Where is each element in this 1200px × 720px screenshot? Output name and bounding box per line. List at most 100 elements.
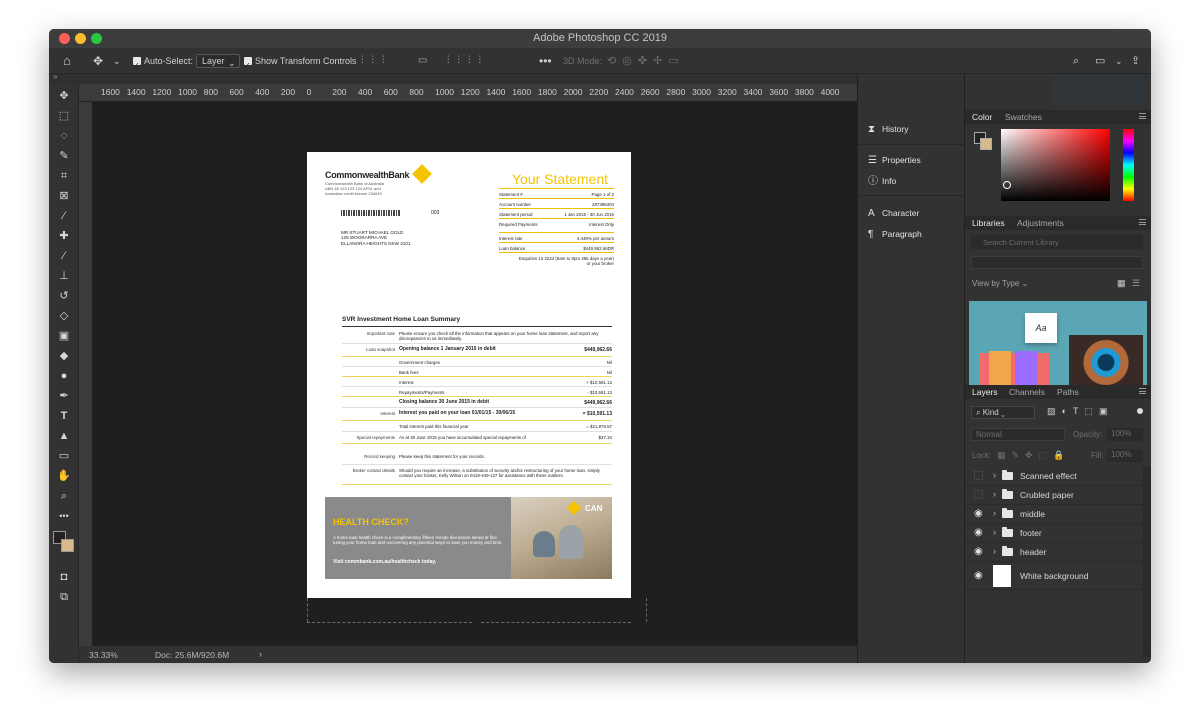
panel-menu-icon[interactable] (1139, 113, 1146, 119)
eye-icon[interactable]: ◉ (974, 571, 984, 581)
eye-icon[interactable]: ◉ (974, 547, 984, 557)
lock-icons[interactable]: ▦✎✥⬚🔒 (997, 450, 1070, 461)
properties-panel-button[interactable]: ☰ Properties (868, 153, 921, 167)
type-tool-icon[interactable]: T (55, 408, 73, 424)
tab-layers[interactable]: Layers (972, 387, 998, 397)
expand-group-icon[interactable]: › (993, 470, 996, 480)
tab-paths[interactable]: Paths (1057, 387, 1079, 397)
brush-tool-icon[interactable]: ⁄ (55, 248, 73, 264)
grid-view-icon[interactable]: ▦ (1117, 278, 1126, 289)
panel-menu-icon[interactable] (1139, 219, 1146, 225)
opacity-input[interactable]: 100% (1107, 428, 1143, 441)
tab-swatches[interactable]: Swatches (1005, 112, 1042, 122)
color-field[interactable] (1001, 129, 1110, 201)
share-icon[interactable]: ⇪ (1131, 48, 1140, 74)
expand-group-icon[interactable]: › (993, 508, 996, 518)
eye-icon[interactable]: ◉ (974, 528, 984, 538)
align-vertical-buttons[interactable]: ⫶⫶⫶⫶ (447, 48, 489, 74)
auto-select-checkbox[interactable]: Auto-Select: (133, 48, 193, 79)
layer-row[interactable]: ◉ › header (965, 543, 1143, 562)
hand-tool-icon[interactable]: ✋ (55, 468, 73, 484)
history-panel-button[interactable]: ⧗ History (868, 122, 908, 136)
pen-tool-icon[interactable]: ✒ (55, 388, 73, 404)
color-picker-handle[interactable] (1003, 181, 1011, 189)
status-chevron-icon[interactable]: › (259, 649, 262, 659)
layer-row[interactable]: › Scanned effect (965, 467, 1143, 486)
crop-tool-icon[interactable]: ⌗ (55, 168, 73, 184)
marquee-tool-icon[interactable]: ⬚ (55, 108, 73, 124)
filter-toggle-icon[interactable] (1137, 408, 1143, 414)
show-transform-checkbox[interactable]: Show Transform Controls (244, 48, 357, 79)
quick-select-tool-icon[interactable]: ✎ (55, 148, 73, 164)
dodge-tool-icon[interactable]: ● (55, 368, 73, 384)
zoom-level[interactable]: 33.33% (89, 650, 118, 660)
document-page[interactable]: CommonwealthBank Commonwealth Bank of Au… (307, 152, 631, 598)
eye-icon[interactable]: ◉ (974, 509, 984, 519)
close-window-button[interactable] (59, 33, 70, 44)
screen-mode-icon[interactable]: ⧉ (55, 589, 73, 605)
background-color-swatch[interactable] (61, 539, 74, 552)
visibility-toggle[interactable] (974, 471, 983, 480)
minimize-window-button[interactable] (75, 33, 86, 44)
paragraph-panel-button[interactable]: ¶ Paragraph (868, 227, 922, 241)
barcode (341, 210, 401, 216)
panel-menu-icon[interactable] (1139, 388, 1146, 394)
layers-scrollbar[interactable] (1143, 467, 1151, 657)
layer-row[interactable]: ◉ › middle (965, 505, 1143, 524)
layer-row[interactable]: ◉ › footer (965, 524, 1143, 543)
banner-link[interactable]: Visit commbank.com.au/healthcheck today. (333, 559, 436, 565)
move-tool-icon[interactable]: ✥ (55, 88, 73, 104)
tab-adjustments[interactable]: Adjustments (1017, 218, 1064, 228)
view-by-type[interactable]: View by Type ⌄ (972, 279, 1028, 288)
layer-row[interactable]: ◉ White background (965, 562, 1143, 590)
hue-slider[interactable] (1123, 129, 1134, 201)
health-check-banner[interactable]: HEALTH CHECK? A home loan health check i… (325, 497, 612, 579)
workspace-chevron-icon[interactable]: ⌄ (1115, 48, 1123, 74)
search-icon[interactable]: ⌕ (1073, 48, 1079, 74)
clone-stamp-tool-icon[interactable]: ⊥ (55, 268, 73, 284)
library-search-input[interactable]: Search Current Library (971, 235, 1143, 249)
align-buttons[interactable]: ⫶⫶⫶ (361, 48, 393, 74)
eraser-tool-icon[interactable]: ◇ (55, 308, 73, 324)
quick-mask-icon[interactable]: ◘ (55, 569, 73, 585)
distribute-icon[interactable]: ▭ (418, 48, 427, 74)
lasso-tool-icon[interactable]: ◌ (55, 128, 73, 144)
character-panel-button[interactable]: A Character (868, 206, 919, 220)
expand-group-icon[interactable]: › (993, 489, 996, 499)
info-panel-button[interactable]: ⓘ Info (868, 174, 896, 188)
path-selection-tool-icon[interactable]: ▲ (55, 428, 73, 444)
expand-tools-icon[interactable]: » (53, 72, 57, 81)
zoom-tool-icon[interactable]: ⌕ (55, 488, 73, 504)
healing-brush-tool-icon[interactable]: ✚ (55, 228, 73, 244)
expand-group-icon[interactable]: › (993, 546, 996, 556)
canvas-area[interactable]: CommonwealthBank Commonwealth Bank of Au… (93, 102, 857, 646)
workspace-icon[interactable]: ▭ (1095, 48, 1105, 74)
frame-tool-icon[interactable]: ⊠ (55, 188, 73, 204)
more-options-icon[interactable]: ••• (539, 48, 552, 74)
layer-filter-icons[interactable]: ▨◐T⬚▣ (1047, 406, 1113, 417)
rectangle-tool-icon[interactable]: ▭ (55, 448, 73, 464)
expand-group-icon[interactable]: › (993, 527, 996, 537)
zoom-window-button[interactable] (91, 33, 102, 44)
blend-mode-select[interactable]: Normal (971, 428, 1065, 441)
tool-preset-chevron-icon[interactable]: ⌄ (113, 48, 121, 74)
list-view-icon[interactable]: ☰ (1132, 278, 1140, 289)
blur-tool-icon[interactable]: ◆ (55, 348, 73, 364)
summary-description: Please ensure you check all the informat… (399, 331, 599, 342)
gradient-tool-icon[interactable]: ▣ (55, 328, 73, 344)
library-select[interactable] (971, 256, 1143, 269)
tab-libraries[interactable]: Libraries (972, 218, 1005, 228)
move-tool-icon[interactable]: ✥ (93, 48, 103, 74)
edit-toolbar-icon[interactable]: ••• (55, 508, 73, 524)
eyedropper-tool-icon[interactable]: ⁄ (55, 208, 73, 224)
visibility-toggle[interactable] (974, 490, 983, 499)
layer-row[interactable]: › Crubled paper (965, 486, 1143, 505)
tab-color[interactable]: Color (972, 112, 992, 122)
history-brush-tool-icon[interactable]: ↺ (55, 288, 73, 304)
auto-select-target-select[interactable]: Layer (196, 48, 240, 74)
layer-filter-kind[interactable]: ⌕ Kind ⌄ (971, 406, 1035, 419)
home-icon[interactable]: ⌂ (63, 48, 71, 74)
tab-channels[interactable]: Channels (1009, 387, 1045, 397)
fill-input[interactable]: 100% (1107, 449, 1143, 462)
color-background-swatch[interactable] (980, 138, 992, 150)
